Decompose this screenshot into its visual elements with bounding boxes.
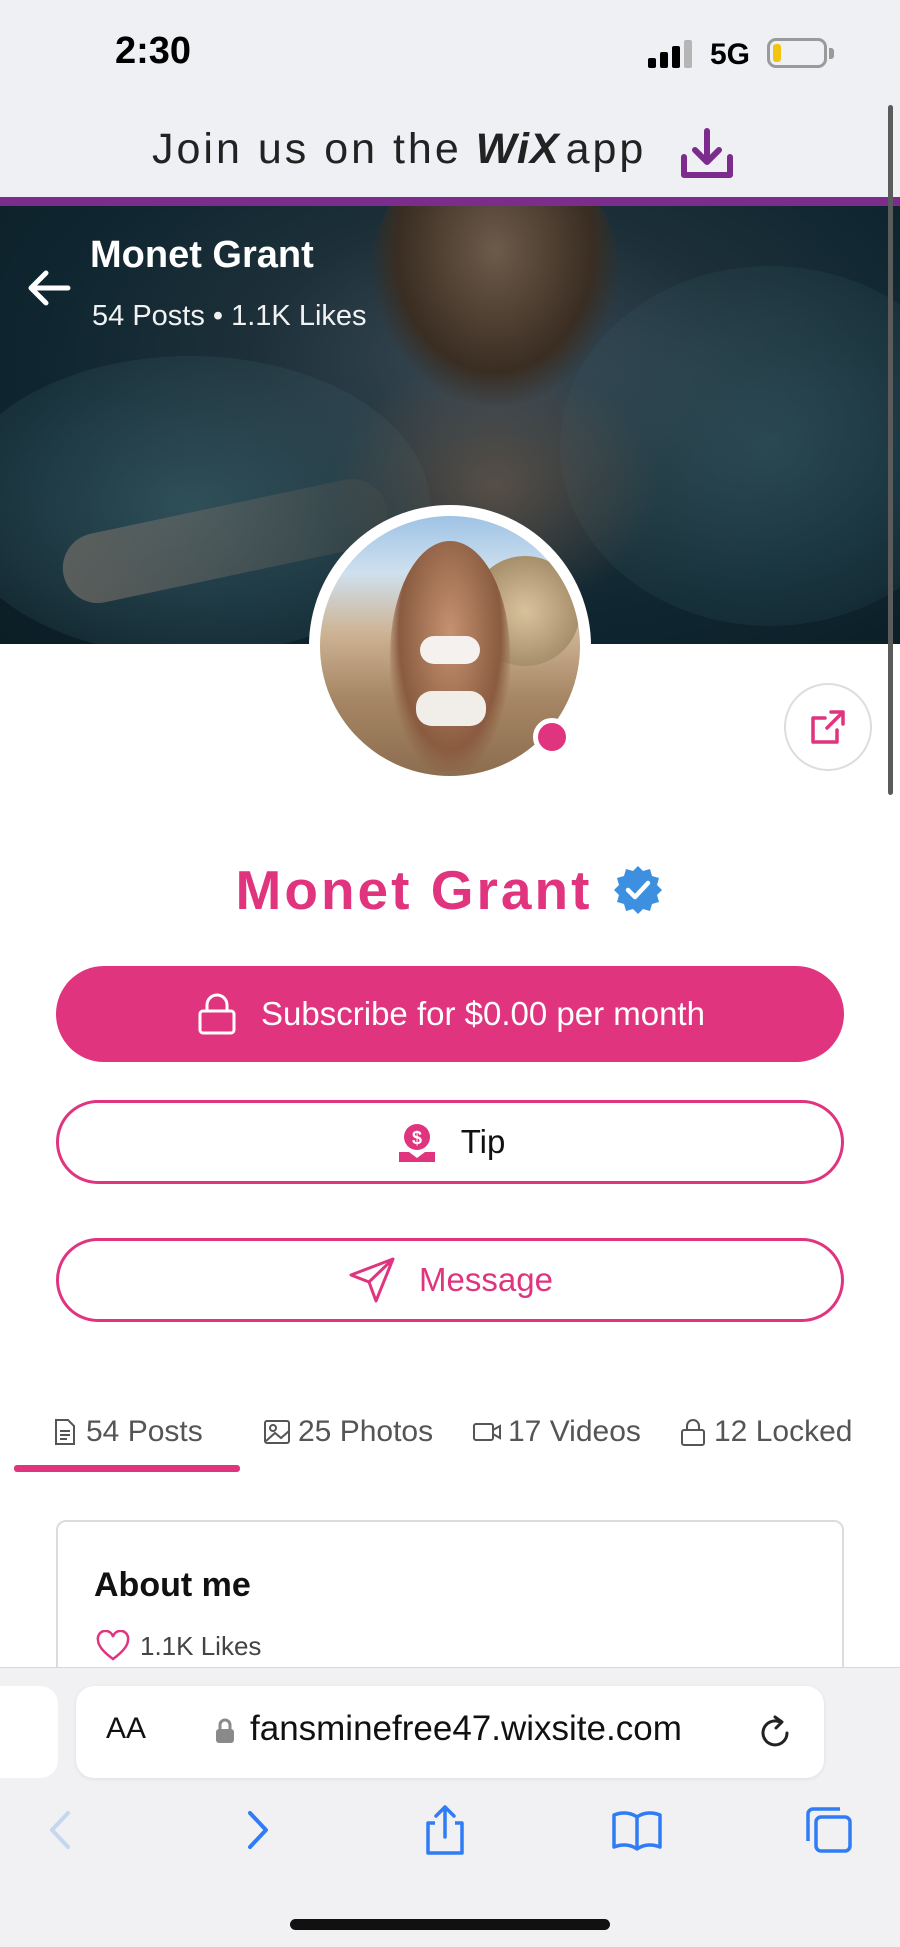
tab-posts[interactable]: 54 Posts — [50, 1415, 203, 1449]
tab-photos[interactable]: 25 Photos — [262, 1415, 433, 1449]
reader-settings-button[interactable]: AA — [106, 1712, 146, 1746]
home-indicator[interactable] — [290, 1919, 610, 1930]
message-button[interactable]: Message — [56, 1238, 844, 1322]
heart-icon — [96, 1630, 130, 1661]
cover-stats: 54 Posts • 1.1K Likes — [92, 300, 367, 332]
profile-header: Monet Grant — [0, 858, 900, 922]
previous-tab-preview[interactable] — [0, 1686, 58, 1778]
status-time: 2:30 — [115, 30, 192, 72]
image-icon — [264, 1420, 290, 1444]
profile-name: Monet Grant — [235, 859, 593, 921]
message-label: Message — [419, 1261, 553, 1298]
bookmarks-icon[interactable] — [610, 1803, 664, 1857]
share-icon[interactable] — [418, 1803, 472, 1857]
scrollbar[interactable] — [888, 105, 893, 795]
arrow-left-icon[interactable] — [24, 263, 74, 313]
browser-toolbar: AA fansminefree47.wixsite.com — [0, 1667, 900, 1947]
money-bag-icon: $ — [398, 1124, 435, 1162]
lock-icon — [198, 993, 236, 1035]
active-tab-indicator — [14, 1465, 240, 1472]
online-status-dot — [533, 718, 571, 756]
document-icon — [55, 1419, 75, 1445]
network-type: 5G — [710, 38, 751, 71]
tip-label: Tip — [460, 1123, 506, 1160]
battery-icon — [767, 38, 827, 68]
reload-icon[interactable] — [756, 1714, 794, 1752]
wix-app-banner[interactable]: Join us on the WiX app — [0, 105, 900, 200]
banner-divider — [0, 197, 900, 206]
tab-locked[interactable]: 12 Locked — [678, 1415, 852, 1449]
send-icon — [349, 1257, 395, 1303]
verified-badge-icon — [614, 866, 663, 914]
back-icon[interactable] — [34, 1803, 88, 1857]
subscribe-label: Subscribe for $0.00 per month — [261, 995, 705, 1032]
address-bar[interactable]: AA fansminefree47.wixsite.com — [76, 1686, 824, 1778]
tab-videos[interactable]: 17 Videos — [472, 1415, 641, 1449]
svg-text:$: $ — [412, 1128, 422, 1148]
wix-logo: WiX — [475, 125, 560, 173]
subscribe-button[interactable]: Subscribe for $0.00 per month — [56, 966, 844, 1062]
tip-button[interactable]: $ Tip — [56, 1100, 844, 1184]
about-title: About me — [94, 1566, 251, 1604]
share-icon — [811, 710, 845, 744]
forward-icon[interactable] — [230, 1803, 284, 1857]
video-icon — [473, 1423, 501, 1441]
cellular-signal-icon — [648, 38, 694, 68]
lock-icon — [216, 1718, 234, 1743]
about-likes: 1.1K Likes — [96, 1630, 261, 1662]
lock-icon — [681, 1419, 705, 1446]
share-button[interactable] — [784, 683, 872, 771]
status-bar: 2:30 5G — [0, 0, 900, 105]
wix-banner-text: Join us on the WiX app — [152, 125, 647, 173]
tabs-icon[interactable] — [802, 1803, 856, 1857]
download-icon[interactable] — [676, 123, 738, 185]
cover-name: Monet Grant — [90, 234, 314, 276]
url-text: fansminefree47.wixsite.com — [250, 1709, 682, 1748]
